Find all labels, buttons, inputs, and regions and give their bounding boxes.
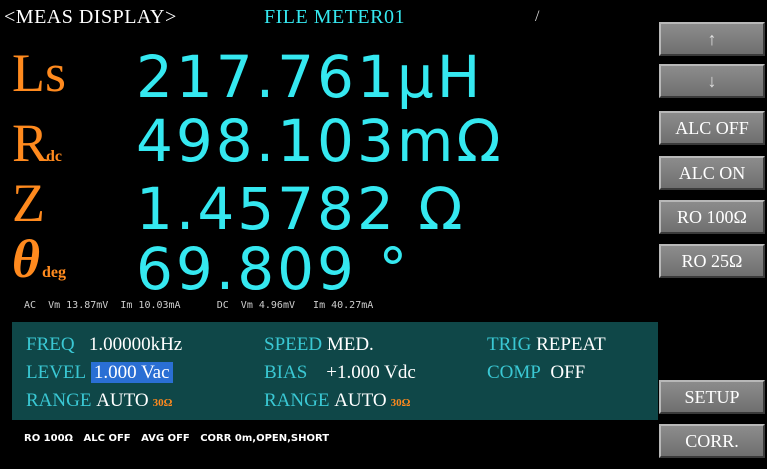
- ro-100-button[interactable]: RO 100Ω: [659, 200, 765, 234]
- range-ac-value: AUTO: [96, 390, 149, 411]
- trig-label: TRIG: [487, 334, 532, 355]
- trig-setting[interactable]: TRIG REPEAT: [487, 334, 606, 356]
- comp-value: OFF: [550, 362, 586, 383]
- cursor-indicator: /: [535, 8, 540, 25]
- monitor-dc-vm: Vm 4.96mV: [240, 300, 295, 311]
- corr-button[interactable]: CORR.: [659, 424, 765, 458]
- status-alc: ALC OFF: [83, 433, 131, 444]
- alc-off-button[interactable]: ALC OFF: [659, 111, 765, 145]
- speed-setting[interactable]: SPEED MED.: [264, 334, 374, 356]
- param-ls-label: Ls: [12, 42, 66, 104]
- monitor-line: AC Vm 13.87mV Im 10.03mA DC Vm 4.96mV Im…: [24, 300, 373, 311]
- level-setting[interactable]: LEVEL 1.000 Vac: [26, 362, 173, 384]
- ro-25-button[interactable]: RO 25Ω: [659, 244, 765, 278]
- param-theta-sub: deg: [42, 264, 67, 281]
- status-avg: AVG OFF: [141, 433, 190, 444]
- param-theta-name: θ: [12, 229, 41, 289]
- status-ro: RO 100Ω: [24, 433, 74, 444]
- screen-title: <MEAS DISPLAY>: [4, 6, 177, 28]
- up-arrow-icon: ↑: [707, 29, 717, 49]
- level-label: LEVEL: [26, 362, 87, 383]
- param-theta-label: θ deg: [12, 228, 66, 290]
- monitor-ac-vm: Vm 13.87mV: [48, 300, 109, 311]
- param-z-name: Z: [12, 173, 45, 233]
- range-ac-setting[interactable]: RANGE AUTO 30Ω: [26, 390, 172, 412]
- monitor-dc-label: DC: [216, 300, 229, 311]
- down-arrow-button[interactable]: ↓: [659, 64, 765, 98]
- comp-setting[interactable]: COMP OFF: [487, 362, 585, 384]
- range-dc-setting[interactable]: RANGE AUTO 30Ω: [264, 390, 410, 412]
- monitor-dc-im: Im 40.27mA: [313, 300, 374, 311]
- up-arrow-button[interactable]: ↑: [659, 22, 765, 56]
- settings-panel: FREQ 1.00000kHz SPEED MED. TRIG REPEAT L…: [12, 322, 658, 420]
- level-value[interactable]: 1.000 Vac: [90, 362, 173, 383]
- freq-value: 1.00000kHz: [88, 334, 183, 355]
- reading-z-value: 1.45782 Ω: [136, 175, 466, 243]
- freq-label: FREQ: [26, 334, 75, 355]
- alc-on-button[interactable]: ALC ON: [659, 156, 765, 190]
- reading-rdc-value: 498.103mΩ: [136, 107, 504, 175]
- trig-value: REPEAT: [536, 334, 606, 355]
- status-line: RO 100Ω ALC OFF AVG OFF CORR 0m,OPEN,SHO…: [24, 433, 329, 444]
- range-dc-label: RANGE: [264, 390, 330, 411]
- setup-button[interactable]: SETUP: [659, 380, 765, 414]
- range-ac-ohm: 30Ω: [152, 397, 173, 409]
- range-dc-ohm: 30Ω: [390, 397, 411, 409]
- speed-value: MED.: [326, 334, 374, 355]
- reading-theta-value: 69.809 °: [136, 235, 411, 303]
- bias-value: +1.000 Vdc: [326, 362, 416, 383]
- monitor-ac-label: AC: [24, 300, 37, 311]
- down-arrow-icon: ↓: [707, 71, 717, 91]
- status-corr: CORR 0m,OPEN,SHORT: [200, 433, 330, 444]
- file-name: FILE METER01: [264, 6, 405, 28]
- bias-setting[interactable]: BIAS +1.000 Vdc: [264, 362, 416, 384]
- param-ls-name: Ls: [12, 43, 66, 103]
- param-z-label: Z: [12, 172, 45, 234]
- param-rdc-sub: dc: [46, 148, 63, 165]
- comp-label: COMP: [487, 362, 541, 383]
- freq-setting[interactable]: FREQ 1.00000kHz: [26, 334, 182, 356]
- param-rdc-label: Rdc: [12, 112, 62, 174]
- param-rdc-name: R: [12, 113, 49, 173]
- meas-display-screen: <MEAS DISPLAY> FILE METER01 / Ls 217.761…: [0, 0, 767, 469]
- speed-label: SPEED: [264, 334, 323, 355]
- bias-label: BIAS: [264, 362, 308, 383]
- reading-ls-value: 217.761μH: [136, 43, 484, 111]
- range-dc-value: AUTO: [334, 390, 387, 411]
- range-ac-label: RANGE: [26, 390, 92, 411]
- monitor-ac-im: Im 10.03mA: [120, 300, 181, 311]
